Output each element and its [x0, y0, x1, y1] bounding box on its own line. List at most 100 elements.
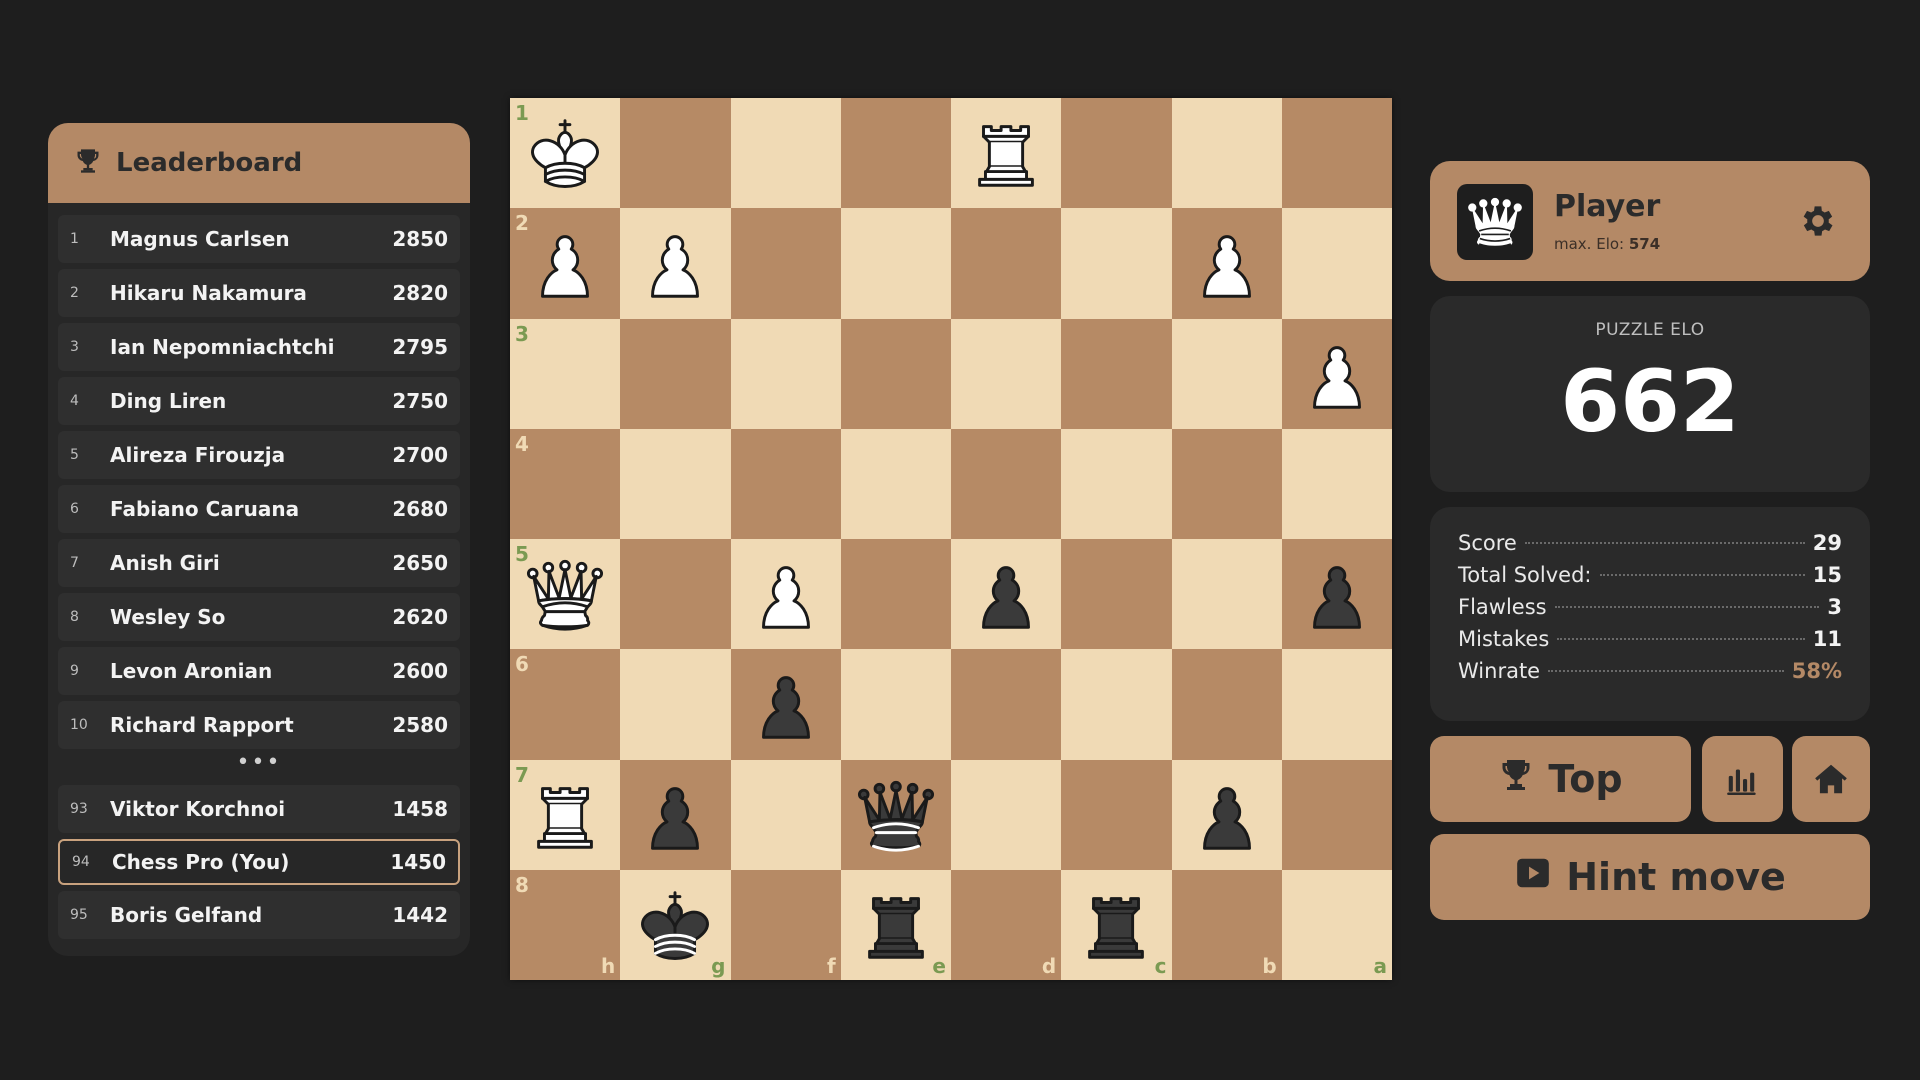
white-rook-icon[interactable]: [962, 109, 1050, 197]
board-square[interactable]: [1061, 318, 1172, 429]
board-square[interactable]: [840, 318, 951, 429]
board-square[interactable]: 5: [510, 539, 621, 650]
black-rook-icon[interactable]: [852, 881, 940, 969]
black-king-icon[interactable]: [631, 881, 719, 969]
board-square[interactable]: [730, 539, 841, 650]
board-square[interactable]: e: [840, 869, 951, 980]
board-square[interactable]: 7: [510, 759, 621, 870]
stat-row: Score 29: [1458, 531, 1842, 563]
board-square[interactable]: [1281, 208, 1392, 319]
board-square[interactable]: [1061, 208, 1172, 319]
board-square[interactable]: [951, 759, 1062, 870]
board-square[interactable]: [840, 539, 951, 650]
board-square[interactable]: [620, 759, 731, 870]
board-square[interactable]: [1061, 539, 1172, 650]
black-pawn-icon[interactable]: [742, 660, 830, 748]
white-pawn-icon[interactable]: [742, 550, 830, 638]
black-pawn-icon[interactable]: [631, 771, 719, 859]
board-square[interactable]: [1061, 649, 1172, 760]
board-square[interactable]: [1061, 98, 1172, 209]
board-square[interactable]: 6: [510, 649, 621, 760]
white-king-icon[interactable]: [521, 109, 609, 197]
board-square[interactable]: [951, 208, 1062, 319]
board-square[interactable]: [730, 318, 841, 429]
board-square[interactable]: b: [1171, 869, 1282, 980]
board-square[interactable]: [730, 759, 841, 870]
board-square[interactable]: [840, 759, 951, 870]
black-pawn-icon[interactable]: [962, 550, 1050, 638]
board-square[interactable]: [1281, 98, 1392, 209]
board-square[interactable]: [951, 539, 1062, 650]
board-square[interactable]: 1: [510, 98, 621, 209]
gear-icon[interactable]: [1798, 201, 1838, 241]
board-square[interactable]: [1171, 759, 1282, 870]
leaderboard-rank: 4: [70, 393, 79, 409]
stat-value: 3: [1827, 595, 1842, 619]
board-square[interactable]: [951, 318, 1062, 429]
black-rook-icon[interactable]: [1072, 881, 1160, 969]
black-pawn-icon[interactable]: [1293, 550, 1381, 638]
board-square[interactable]: [1061, 428, 1172, 539]
board-square[interactable]: [840, 208, 951, 319]
board-square[interactable]: g: [620, 869, 731, 980]
board-square[interactable]: [620, 539, 731, 650]
white-rook-icon[interactable]: [521, 771, 609, 859]
leaderboard-title: Leaderboard: [116, 148, 303, 178]
chess-board[interactable]: 12345678hgfedcba: [510, 98, 1392, 980]
board-square[interactable]: [1281, 428, 1392, 539]
black-queen-icon[interactable]: [852, 771, 940, 859]
board-square[interactable]: 2: [510, 208, 621, 319]
board-square[interactable]: [1061, 759, 1172, 870]
board-square[interactable]: [840, 428, 951, 539]
leaderboard-ellipsis: •••: [236, 750, 282, 775]
board-square[interactable]: [1171, 318, 1282, 429]
board-square[interactable]: [1171, 649, 1282, 760]
board-square[interactable]: [730, 98, 841, 209]
board-square[interactable]: [620, 208, 731, 319]
board-square[interactable]: [620, 428, 731, 539]
board-square[interactable]: [1281, 318, 1392, 429]
board-square[interactable]: 4: [510, 428, 621, 539]
board-square[interactable]: [620, 318, 731, 429]
board-square[interactable]: [620, 649, 731, 760]
board-square[interactable]: [951, 428, 1062, 539]
puzzle-elo-value: 662: [1560, 352, 1740, 452]
board-square[interactable]: f: [730, 869, 841, 980]
white-queen-icon[interactable]: [521, 550, 609, 638]
stats-button[interactable]: [1702, 736, 1783, 822]
board-square[interactable]: [951, 98, 1062, 209]
board-square[interactable]: [730, 208, 841, 319]
board-square[interactable]: d: [951, 869, 1062, 980]
play-icon: [1514, 854, 1552, 901]
stats-card: Score 29 Total Solved: 15 Flawless 3 Mistakes 1…: [1430, 507, 1870, 721]
home-button[interactable]: [1792, 736, 1870, 822]
bar-chart-icon: [1726, 769, 1756, 795]
board-square[interactable]: [951, 649, 1062, 760]
white-pawn-icon[interactable]: [1293, 330, 1381, 418]
board-square[interactable]: [730, 428, 841, 539]
stat-leader-dots: [1557, 638, 1805, 640]
leaderboard-rank: 9: [70, 663, 79, 679]
board-square[interactable]: [620, 98, 731, 209]
board-square[interactable]: [840, 649, 951, 760]
black-pawn-icon[interactable]: [1183, 771, 1271, 859]
board-square[interactable]: 3: [510, 318, 621, 429]
board-square[interactable]: [1171, 428, 1282, 539]
hint-move-button[interactable]: Hint move: [1430, 834, 1870, 920]
board-square[interactable]: [840, 98, 951, 209]
board-square[interactable]: [1281, 539, 1392, 650]
leaderboard-player-name: Magnus Carlsen: [110, 227, 290, 251]
white-pawn-icon[interactable]: [631, 219, 719, 307]
board-square[interactable]: 8h: [510, 869, 621, 980]
board-square[interactable]: [1171, 208, 1282, 319]
board-square[interactable]: c: [1061, 869, 1172, 980]
board-square[interactable]: [1281, 649, 1392, 760]
white-pawn-icon[interactable]: [521, 219, 609, 307]
top-button[interactable]: Top: [1430, 736, 1691, 822]
board-square[interactable]: a: [1281, 869, 1392, 980]
board-square[interactable]: [1171, 539, 1282, 650]
white-pawn-icon[interactable]: [1183, 219, 1271, 307]
board-square[interactable]: [1281, 759, 1392, 870]
board-square[interactable]: [1171, 98, 1282, 209]
board-square[interactable]: [730, 649, 841, 760]
